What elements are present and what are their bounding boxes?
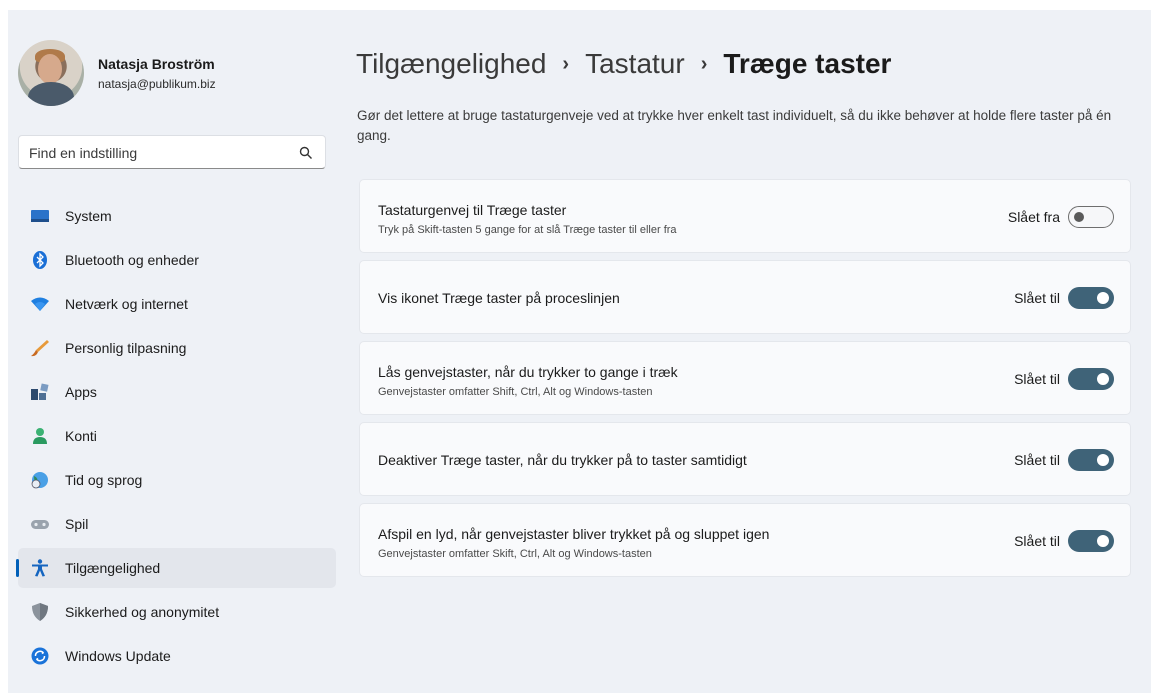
bluetooth-icon bbox=[33, 251, 47, 269]
sidebar-item-label: Tilgængelighed bbox=[65, 560, 161, 576]
setting-subtitle: Tryk på Skift-tasten 5 gange for at slå … bbox=[378, 224, 677, 236]
toggle-switch[interactable] bbox=[1068, 530, 1114, 552]
sidebar-item-network[interactable]: Netværk og internet bbox=[18, 284, 336, 324]
toggle-state-label: Slået til bbox=[1014, 452, 1060, 468]
toggle-state-label: Slået til bbox=[1014, 533, 1060, 549]
sidebar-item-label: Apps bbox=[65, 384, 97, 400]
sidebar-item-label: Personlig tilpasning bbox=[65, 340, 187, 356]
toggle-switch[interactable] bbox=[1068, 206, 1114, 228]
sidebar-item-label: Netværk og internet bbox=[65, 296, 188, 312]
toggle-state-label: Slået til bbox=[1014, 371, 1060, 387]
system-icon bbox=[31, 210, 49, 222]
sidebar-item-label: Konti bbox=[65, 428, 97, 444]
sidebar-item-apps[interactable]: Apps bbox=[18, 372, 336, 412]
update-icon bbox=[31, 647, 49, 665]
search-box[interactable] bbox=[18, 135, 326, 169]
setting-subtitle: Genvejstaster omfatter Shift, Ctrl, Alt … bbox=[378, 386, 653, 398]
search-icon[interactable] bbox=[299, 146, 313, 160]
account-icon bbox=[33, 428, 47, 444]
breadcrumb: Tilgængelighed › Tastatur › Træge taster bbox=[356, 44, 891, 84]
accessibility-icon bbox=[32, 559, 48, 577]
toggle-switch[interactable] bbox=[1068, 368, 1114, 390]
sidebar-item-system[interactable]: System bbox=[18, 196, 336, 236]
toggle-switch[interactable] bbox=[1068, 449, 1114, 471]
sidebar-item-accounts[interactable]: Konti bbox=[18, 416, 336, 456]
apps-icon bbox=[31, 383, 49, 400]
page-description: Gør det lettere at bruge tastaturgenveje… bbox=[357, 108, 1112, 143]
profile-email: natasja@publikum.biz bbox=[98, 77, 216, 91]
chevron-right-icon: › bbox=[700, 52, 708, 75]
wifi-icon bbox=[31, 297, 49, 311]
page-title: Træge taster bbox=[723, 48, 892, 79]
sidebar-item-gaming[interactable]: Spil bbox=[18, 504, 336, 544]
sidebar-item-bluetooth[interactable]: Bluetooth og enheder bbox=[18, 240, 336, 280]
breadcrumb-accessibility[interactable]: Tilgængelighed bbox=[356, 48, 546, 80]
setting-title: Vis ikonet Træge taster på proceslinjen bbox=[378, 290, 620, 306]
gamepad-icon bbox=[31, 520, 49, 529]
chevron-right-icon: › bbox=[562, 52, 570, 75]
toggle-state-label: Slået fra bbox=[1007, 209, 1060, 225]
sidebar-nav: System Bluetooth og enheder Netværk og i… bbox=[16, 196, 336, 680]
sidebar-item-label: Windows Update bbox=[65, 648, 171, 664]
sidebar-item-privacy-security[interactable]: Sikkerhed og anonymitet bbox=[18, 592, 336, 632]
profile-name: Natasja Broström bbox=[98, 56, 215, 72]
sidebar-item-personalization[interactable]: Personlig tilpasning bbox=[18, 328, 336, 368]
sidebar-item-label: Bluetooth og enheder bbox=[65, 252, 199, 268]
setting-card-disable-two-keys: Deaktiver Træge taster, når du trykker p… bbox=[359, 422, 1131, 496]
globe-clock-icon bbox=[31, 472, 48, 489]
sidebar-item-label: Spil bbox=[65, 516, 89, 532]
settings-window: Natasja Broström natasja@publikum.biz Sy… bbox=[8, 10, 1151, 693]
setting-card-lock-modifiers: Lås genvejstaster, når du trykker to gan… bbox=[359, 341, 1131, 415]
setting-title: Lås genvejstaster, når du trykker to gan… bbox=[378, 364, 678, 380]
sidebar-item-windows-update[interactable]: Windows Update bbox=[18, 636, 336, 676]
active-indicator bbox=[16, 559, 19, 577]
toggle-state-label: Slået til bbox=[1014, 290, 1060, 306]
sidebar-item-label: System bbox=[65, 208, 112, 224]
settings-list: Tastaturgenvej til Træge taster Tryk på … bbox=[359, 179, 1131, 584]
toggle-switch[interactable] bbox=[1068, 287, 1114, 309]
setting-title: Afspil en lyd, når genvejstaster bliver … bbox=[378, 526, 770, 542]
sidebar-item-time-language[interactable]: Tid og sprog bbox=[18, 460, 336, 500]
setting-subtitle: Genvejstaster omfatter Skift, Ctrl, Alt … bbox=[378, 548, 652, 560]
user-profile[interactable]: Natasja Broström natasja@publikum.biz bbox=[18, 40, 328, 110]
setting-card-shortcut: Tastaturgenvej til Træge taster Tryk på … bbox=[359, 179, 1131, 253]
search-input[interactable] bbox=[29, 143, 289, 163]
avatar[interactable] bbox=[18, 40, 84, 106]
shield-icon bbox=[32, 603, 48, 621]
setting-title: Deaktiver Træge taster, når du trykker p… bbox=[378, 452, 747, 468]
sidebar-item-label: Tid og sprog bbox=[65, 472, 143, 488]
brush-icon bbox=[31, 340, 49, 357]
setting-card-taskbar-icon: Vis ikonet Træge taster på proceslinjen … bbox=[359, 260, 1131, 334]
setting-title: Tastaturgenvej til Træge taster bbox=[378, 202, 567, 218]
sidebar-item-label: Sikkerhed og anonymitet bbox=[65, 604, 220, 620]
setting-card-play-sound: Afspil en lyd, når genvejstaster bliver … bbox=[359, 503, 1131, 577]
breadcrumb-keyboard[interactable]: Tastatur bbox=[585, 48, 685, 80]
sidebar-item-accessibility[interactable]: Tilgængelighed bbox=[16, 548, 336, 588]
